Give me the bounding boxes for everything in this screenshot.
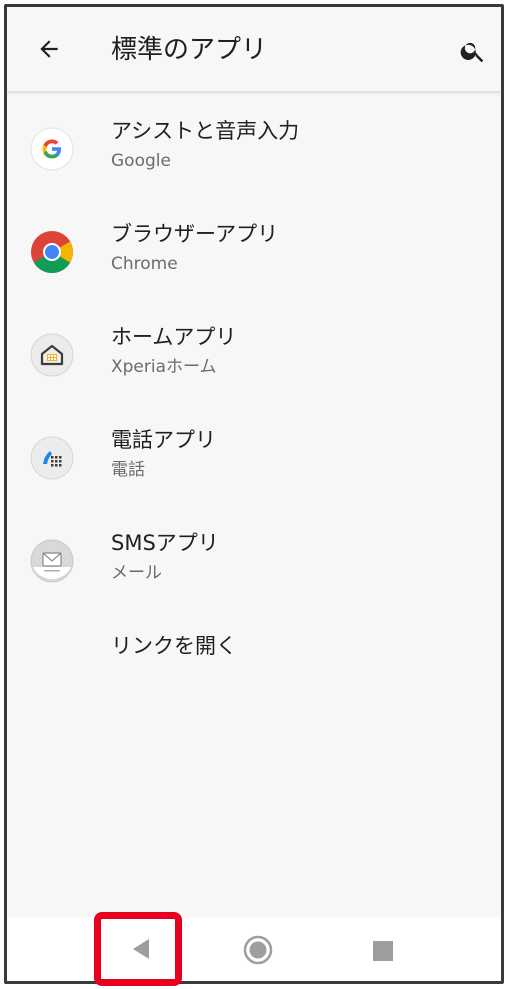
item-value: メール	[111, 563, 162, 583]
app-bar: 標準のアプリ	[7, 7, 501, 91]
list-item-assist[interactable]: アシストと音声入力 Google	[7, 97, 501, 200]
item-value: Chrome	[111, 254, 178, 274]
page-title: 標準のアプリ	[111, 35, 268, 65]
item-value: 電話	[111, 460, 145, 480]
item-value: Xperiaホーム	[111, 357, 217, 377]
nav-home-icon[interactable]	[243, 935, 273, 965]
highlight-box	[94, 912, 182, 986]
back-button[interactable]	[31, 31, 67, 67]
list-item-open-links[interactable]: リンクを開く	[7, 612, 501, 715]
item-value: Google	[111, 151, 171, 171]
google-icon	[30, 127, 74, 171]
list-item-phone-app[interactable]: 電話アプリ 電話	[7, 406, 501, 509]
list-item-browser[interactable]: ブラウザーアプリ Chrome	[7, 200, 501, 303]
sms-app-icon	[30, 539, 74, 583]
list-item-home-app[interactable]: ホームアプリ Xperiaホーム	[7, 303, 501, 406]
item-label: ホームアプリ	[111, 325, 237, 349]
navigation-bar	[7, 917, 501, 981]
chrome-icon	[31, 231, 74, 274]
item-label: SMSアプリ	[111, 531, 219, 555]
screen: 標準のアプリ アシストと音声入力 Google ブラウザーアプリ Chrome …	[4, 4, 504, 984]
item-label: リンクを開く	[111, 634, 237, 658]
search-icon	[460, 42, 484, 63]
item-label: ブラウザーアプリ	[111, 222, 279, 246]
item-label: アシストと音声入力	[111, 119, 300, 143]
list-item-sms-app[interactable]: SMSアプリ メール	[7, 509, 501, 612]
nav-recents-icon[interactable]	[373, 941, 393, 961]
phone-app-icon	[30, 436, 74, 480]
item-label: 電話アプリ	[111, 428, 216, 452]
arrow-back-icon	[40, 40, 58, 58]
search-button[interactable]	[455, 33, 491, 69]
home-app-icon	[30, 333, 74, 377]
default-apps-list: アシストと音声入力 Google ブラウザーアプリ Chrome ホームアプリ …	[7, 97, 501, 715]
